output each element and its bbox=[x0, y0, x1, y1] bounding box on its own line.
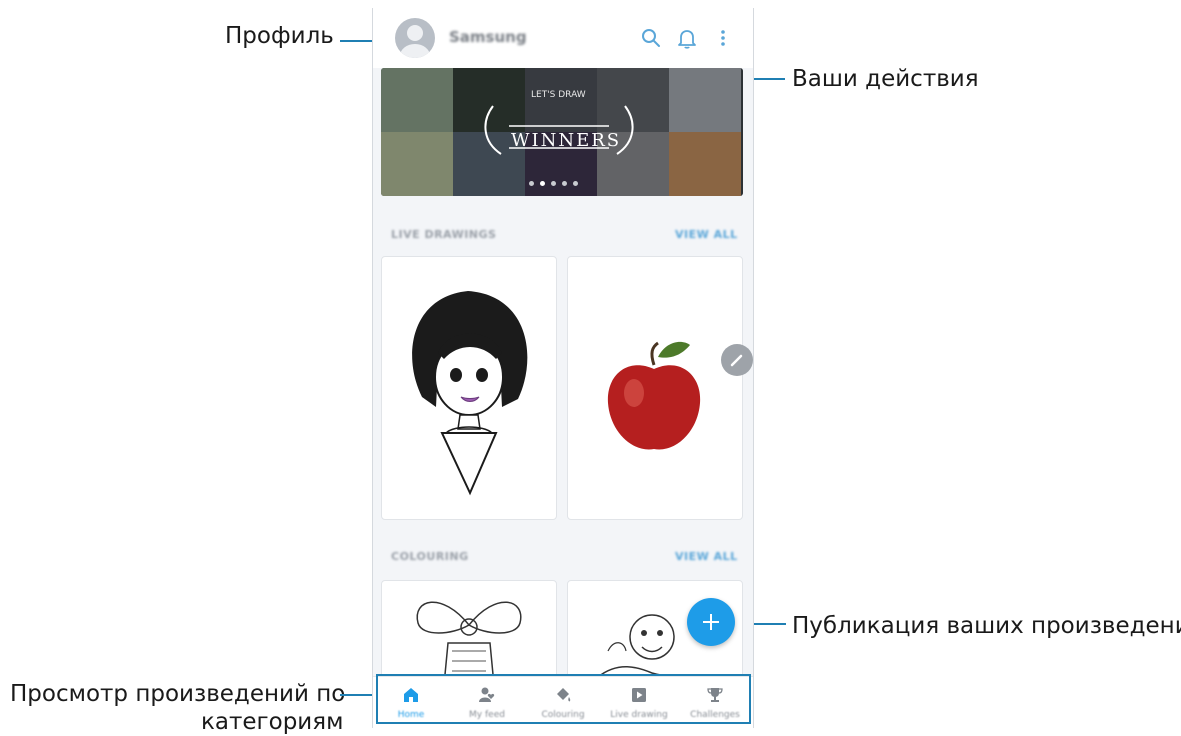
live-drawing-card[interactable] bbox=[381, 256, 557, 520]
avatar-head bbox=[407, 25, 423, 41]
girl-drawing bbox=[412, 291, 528, 496]
carousel-dot[interactable] bbox=[529, 181, 534, 186]
carousel-indicator bbox=[529, 181, 578, 186]
profile-avatar[interactable] bbox=[395, 18, 435, 58]
featured-banner[interactable]: LET'S DRAW WINNERS bbox=[381, 68, 743, 196]
callout-activity: Ваши действия bbox=[792, 66, 979, 92]
pencil-icon bbox=[730, 354, 743, 367]
avatar-body bbox=[400, 44, 430, 58]
phone-screen: Samsung LET'S DRAW WINNERS LIVE DRAWINGS… bbox=[372, 8, 754, 728]
bell-icon[interactable] bbox=[675, 26, 699, 50]
callout-frame-bottom-nav bbox=[376, 674, 751, 724]
publish-fab-button[interactable] bbox=[687, 598, 735, 646]
section-title-colouring: COLOURING bbox=[391, 550, 469, 563]
carousel-dot-active[interactable] bbox=[540, 181, 545, 186]
section-title-live-drawings: LIVE DRAWINGS bbox=[391, 228, 497, 241]
app-bar: Samsung bbox=[373, 8, 753, 68]
banner-text-winners: WINNERS bbox=[511, 130, 622, 151]
carousel-dot[interactable] bbox=[551, 181, 556, 186]
callout-browse-line1: Просмотр произведений по bbox=[10, 681, 346, 707]
view-all-live-drawings[interactable]: VIEW ALL bbox=[675, 228, 738, 241]
plus-icon bbox=[703, 614, 719, 630]
apple-drawing bbox=[607, 341, 701, 450]
banner-text-top: LET'S DRAW bbox=[531, 90, 586, 100]
live-drawing-card[interactable] bbox=[567, 256, 743, 520]
callout-browse-line2: категориям bbox=[201, 709, 344, 735]
account-name: Samsung bbox=[449, 28, 527, 46]
more-vertical-icon[interactable] bbox=[711, 26, 735, 50]
edit-button[interactable] bbox=[721, 344, 753, 376]
callout-publish: Публикация ваших произведений bbox=[792, 613, 1181, 639]
view-all-colouring[interactable]: VIEW ALL bbox=[675, 550, 738, 563]
callout-profile: Профиль bbox=[225, 23, 334, 49]
search-icon[interactable] bbox=[639, 26, 663, 50]
carousel-dot[interactable] bbox=[562, 181, 567, 186]
carousel-dot[interactable] bbox=[573, 181, 578, 186]
